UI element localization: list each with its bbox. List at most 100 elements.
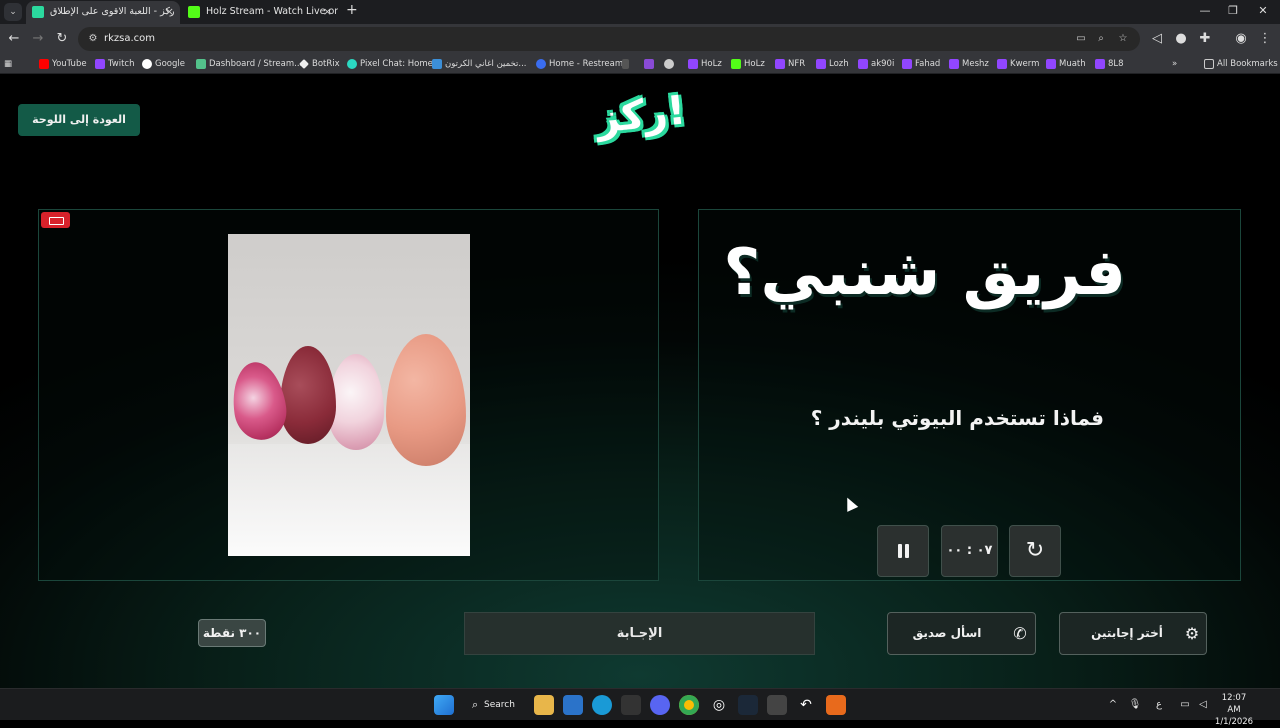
bookmark-unnamed-1[interactable] — [622, 54, 632, 74]
answer-button[interactable]: الإجـابة — [464, 612, 815, 655]
bookmark-ak90i[interactable]: ak90i — [858, 54, 894, 74]
bookmark-pixel-chat[interactable]: Pixel Chat: Home — [347, 54, 433, 74]
store-icon[interactable] — [563, 695, 583, 715]
twitch-icon — [902, 59, 912, 69]
bookmark-youtube[interactable]: YouTube — [39, 54, 87, 74]
tab-rkzsa[interactable]: ركز - اللعبة الاقوى على الإطلاق × — [26, 1, 180, 24]
tab-holz-stream[interactable]: Holz Stream - Watch Live on Ki × — [182, 1, 338, 24]
tab-title: ركز - اللعبة الاقوى على الإطلاق — [50, 6, 175, 17]
menu-dots-icon[interactable]: ⋮ — [1256, 30, 1274, 48]
bookmark-twitch[interactable]: Twitch — [95, 54, 135, 74]
windows-taskbar: Search ◎ ↶ ^ 🎙 ع ▭ ◁ 12:07 AM 1/1/2026 — [0, 688, 1280, 727]
twitch-icon — [775, 59, 785, 69]
address-toolbar: ← → ↻ ⚙ rkzsa.com ▭ ⌕ ☆ ◁ ● ✚ ◉ ⋮ — [0, 24, 1280, 54]
app-icon[interactable] — [767, 695, 787, 715]
system-clock[interactable]: 12:07 AM 1/1/2026 — [1214, 692, 1254, 728]
burgundy-sponge — [280, 346, 336, 444]
bookmark-star-icon[interactable]: ☆ — [1116, 32, 1130, 46]
botrix-icon — [299, 59, 309, 69]
tray-overflow-icon[interactable]: ^ — [1104, 689, 1122, 721]
timer-display: ٠٧ : ٠٠ — [941, 525, 998, 577]
bookmark-restream[interactable]: Home - Restream — [536, 54, 623, 74]
reset-timer-button[interactable]: ↻ — [1009, 525, 1061, 577]
bookmarks-overflow-icon[interactable]: » — [1172, 54, 1177, 74]
restore-button[interactable]: ❐ — [1216, 0, 1250, 24]
twitch-icon — [688, 59, 698, 69]
close-window-button[interactable]: ✕ — [1246, 0, 1280, 24]
language-indicator[interactable]: ع — [1150, 689, 1168, 721]
bookmark-cartoon-songs[interactable]: تخمين اغاني الكرتون... — [432, 54, 527, 74]
profile-avatar[interactable]: ◉ — [1232, 30, 1250, 48]
restream-icon — [536, 59, 546, 69]
gear-slash-icon: ⚙ — [1184, 624, 1200, 643]
back-to-board-button[interactable]: العودة إلى اللوحة — [18, 104, 140, 136]
obs-icon[interactable]: ◎ — [709, 695, 729, 715]
site-icon — [644, 59, 654, 69]
bookmark-8l8[interactable]: 8L8 — [1095, 54, 1124, 74]
all-bookmarks-button[interactable]: All Bookmarks — [1204, 54, 1278, 74]
pause-icon — [898, 544, 910, 558]
extensions-puzzle-icon[interactable]: ✚ — [1196, 30, 1214, 48]
bookmark-kwerm[interactable]: Kwerm — [997, 54, 1039, 74]
pick-two-answers-button[interactable]: أختر إجابتين ⚙ — [1059, 612, 1207, 655]
question-photo — [228, 234, 470, 556]
bookmark-holz-twitch[interactable]: HoLz — [688, 54, 722, 74]
phone-icon: ✆ — [1013, 624, 1027, 643]
bookmark-unnamed-3[interactable] — [664, 54, 674, 74]
zoom-icon[interactable]: ⌕ — [1094, 32, 1108, 46]
app-orange-icon[interactable] — [826, 695, 846, 715]
points-badge: ٣٠٠ نقطة — [198, 619, 266, 647]
tab-close-icon[interactable]: × — [323, 1, 332, 23]
network-icon[interactable]: ▭ — [1176, 689, 1194, 721]
taskbar-search-button[interactable]: Search — [464, 694, 524, 716]
forward-arrow-icon[interactable]: → — [29, 30, 47, 48]
bookmark-fahad[interactable]: Fahad — [902, 54, 940, 74]
bookmark-dashboard[interactable]: Dashboard / Stream... — [196, 54, 302, 74]
bookmark-botrix[interactable]: BotRix — [299, 54, 340, 74]
microphone-icon[interactable]: 🎙 — [1126, 689, 1144, 721]
extension-avatar-icon[interactable]: ● — [1172, 30, 1190, 48]
twitch-icon — [1046, 59, 1056, 69]
kick-favicon-icon — [188, 6, 200, 18]
bookmark-unnamed-2[interactable] — [644, 54, 654, 74]
clock-time: 12:07 AM — [1221, 693, 1247, 715]
url-text: rkzsa.com — [104, 33, 156, 44]
mute-icon[interactable]: ◁ — [1148, 30, 1166, 48]
file-explorer-icon[interactable] — [534, 695, 554, 715]
discord-icon[interactable] — [650, 695, 670, 715]
question-panel: فريق شنبي؟ فماذا تستخدم البيوتي بليندر ؟… — [698, 209, 1241, 581]
twitch-icon — [1095, 59, 1105, 69]
new-tab-button[interactable]: + — [346, 2, 358, 18]
pause-button[interactable] — [877, 525, 929, 577]
back-arrow-icon[interactable]: ← — [5, 30, 23, 48]
pixel-chat-icon — [347, 59, 357, 69]
twitch-icon — [95, 59, 105, 69]
bookmark-lozh[interactable]: Lozh — [816, 54, 849, 74]
site-info-icon[interactable]: ⚙ — [86, 32, 100, 46]
epic-games-icon[interactable] — [621, 695, 641, 715]
volume-icon[interactable]: ◁ — [1194, 689, 1212, 721]
app-arrow-icon[interactable]: ↶ — [796, 695, 816, 715]
peach-sponge — [386, 334, 466, 466]
cast-icon[interactable]: ▭ — [1074, 32, 1088, 46]
site-icon — [664, 59, 674, 69]
bookmark-muath[interactable]: Muath — [1046, 54, 1086, 74]
bookmark-google[interactable]: Google — [142, 54, 185, 74]
puzzle-site-icon — [432, 59, 442, 69]
windows-start-icon[interactable] — [434, 695, 454, 715]
steam-icon[interactable] — [738, 695, 758, 715]
url-bar[interactable]: ⚙ rkzsa.com ▭ ⌕ ☆ — [78, 27, 1140, 51]
chrome-icon[interactable] — [679, 695, 699, 715]
apps-grid-icon[interactable]: ▦ — [4, 54, 12, 74]
ask-friend-button[interactable]: اسأل صديق ✆ — [887, 612, 1036, 655]
bookmark-nfr[interactable]: NFR — [775, 54, 805, 74]
white-pink-sponge — [328, 354, 384, 450]
tab-close-icon[interactable]: × — [165, 1, 174, 23]
bookmark-holz-kick[interactable]: HoLz — [731, 54, 765, 74]
reload-icon[interactable]: ↻ — [53, 30, 71, 48]
tab-search-icon[interactable]: ⌄ — [4, 3, 22, 21]
reset-icon: ↻ — [1025, 538, 1045, 563]
twitch-icon — [949, 59, 959, 69]
edge-icon[interactable] — [592, 695, 612, 715]
bookmark-meshz[interactable]: Meshz — [949, 54, 989, 74]
